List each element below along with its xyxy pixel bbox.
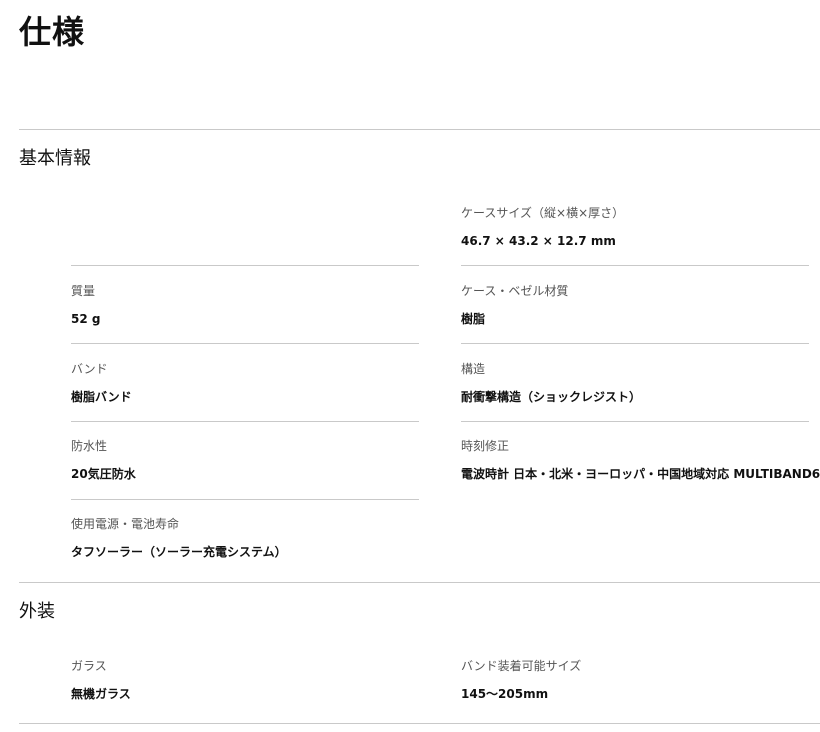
spec-value-power-source: タフソーラー（ソーラー充電システム） (71, 545, 287, 559)
spec-label-time-correction: 時刻修正 (461, 439, 510, 453)
row-divider (461, 421, 809, 422)
row-divider (461, 343, 809, 344)
section-heading-basic: 基本情報 (19, 148, 91, 169)
spec-value-structure: 耐衝撃構造（ショックレジスト） (461, 390, 642, 404)
spec-label-power-source: 使用電源・電池寿命 (71, 517, 180, 531)
spec-label-structure: 構造 (461, 362, 486, 376)
row-divider (71, 499, 419, 500)
section-divider (19, 723, 820, 724)
row-divider (71, 343, 419, 344)
spec-value-case-size: 46.7 × 43.2 × 12.7 mm (461, 234, 616, 248)
spec-value-glass: 無機ガラス (71, 687, 131, 701)
spec-label-band: バンド (71, 362, 108, 376)
spec-value-weight: 52 g (71, 312, 101, 326)
spec-value-water-resistance: 20気圧防水 (71, 467, 136, 481)
spec-label-weight: 質量 (71, 284, 96, 298)
row-divider (71, 265, 419, 266)
spec-label-water-resistance: 防水性 (71, 439, 108, 453)
section-divider (19, 582, 820, 583)
row-divider (461, 265, 809, 266)
spec-value-band-fit-size: 145〜205mm (461, 687, 549, 701)
spec-value-band: 樹脂バンド (71, 390, 132, 404)
section-divider (19, 129, 820, 130)
spec-value-case-bezel-material: 樹脂 (461, 312, 486, 326)
page-title: 仕様 (19, 13, 86, 51)
spec-value-time-correction: 電波時計 日本・北米・ヨーロッパ・中国地域対応 MULTIBAND6 (461, 467, 820, 481)
spec-label-glass: ガラス (71, 659, 107, 673)
spec-label-case-bezel-material: ケース・ベゼル材質 (461, 284, 569, 298)
spec-label-band-fit-size: バンド装着可能サイズ (461, 659, 582, 673)
spec-label-case-size: ケースサイズ（縦×横×厚さ） (461, 206, 625, 220)
row-divider (71, 421, 419, 422)
section-heading-exterior: 外装 (19, 601, 55, 622)
